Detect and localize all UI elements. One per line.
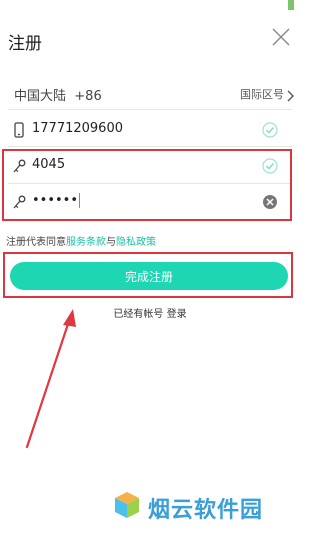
cube-logo-icon	[115, 492, 139, 518]
watermark: 烟云软件园	[110, 486, 300, 526]
annotation-arrow	[25, 309, 76, 449]
watermark-text: 烟云软件园	[148, 498, 264, 523]
